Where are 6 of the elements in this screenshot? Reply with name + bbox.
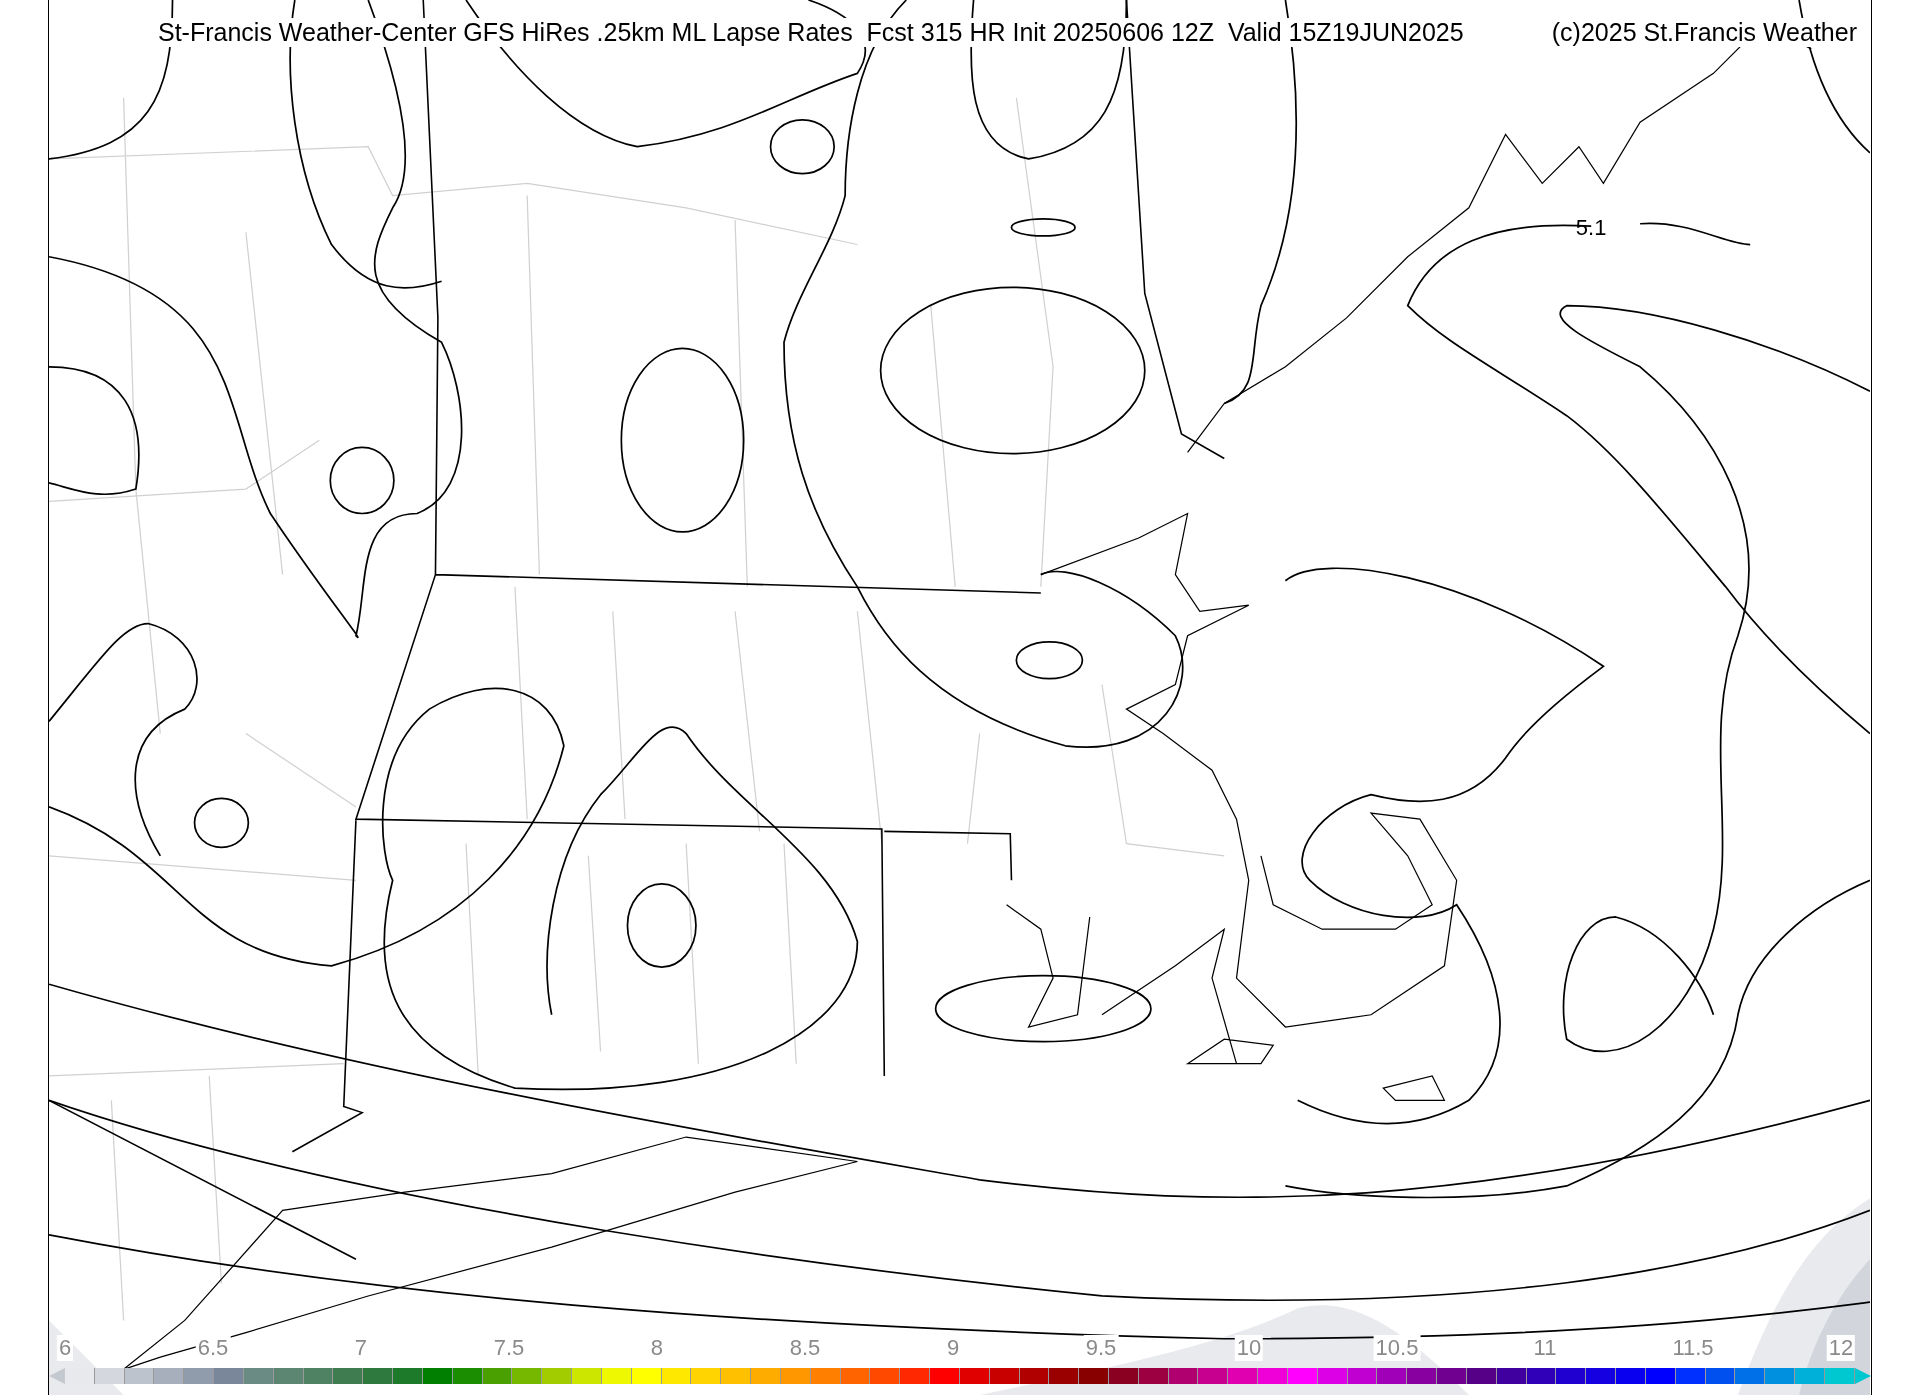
scale-label: 10.5 [1373,1335,1421,1361]
scale-label: 10 [1234,1335,1264,1361]
copyright-text: (c)2025 St.Francis Weather [1551,18,1857,47]
scale-label: 12 [1826,1335,1856,1361]
map-title: St-Francis Weather-Center GFS HiRes .25km ML Lapse Rates Fcst 315 HR Init 20250606 12Z Valid 15Z19JUN2025 [158,18,1464,47]
scale-label: 6 [56,1335,74,1361]
